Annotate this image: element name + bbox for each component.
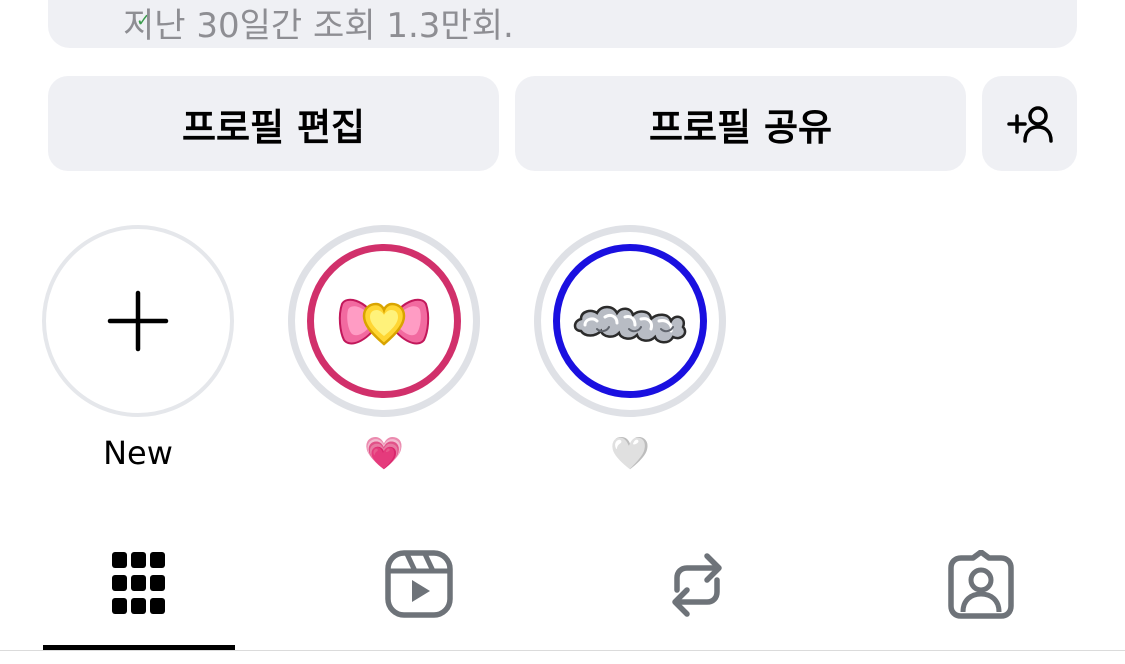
highlight-ring[interactable] bbox=[288, 225, 480, 417]
add-person-icon bbox=[1006, 105, 1053, 143]
tab-reposts[interactable] bbox=[574, 530, 820, 652]
highlight-label: New bbox=[103, 434, 173, 472]
profile-tab-bar bbox=[0, 530, 1125, 664]
tab-posts-grid[interactable] bbox=[16, 530, 262, 652]
tab-tagged[interactable] bbox=[858, 530, 1104, 652]
discover-people-button[interactable] bbox=[982, 76, 1077, 171]
highlight-cover bbox=[307, 244, 461, 398]
tab-divider bbox=[0, 650, 1125, 651]
highlight-label: 💗 bbox=[364, 434, 404, 472]
highlight-ring[interactable] bbox=[534, 225, 726, 417]
clouds-icon bbox=[573, 305, 687, 344]
reposts-icon bbox=[672, 553, 722, 617]
edit-profile-label: 프로필 편집 bbox=[181, 105, 366, 149]
highlight-label: 🤍 bbox=[610, 434, 650, 472]
insights-text: 지난 30일간 조회 1.3만회. bbox=[123, 6, 514, 46]
profile-insights-card[interactable]: ✓ 지난 30일간 조회 1.3만회. bbox=[48, 0, 1077, 48]
share-profile-label: 프로필 공유 bbox=[648, 105, 833, 149]
highlight-new[interactable]: New bbox=[42, 225, 234, 477]
highlight-item[interactable]: 🤍 bbox=[534, 225, 726, 477]
highlight-item[interactable]: 💗 bbox=[288, 225, 480, 477]
edit-profile-button[interactable]: 프로필 편집 bbox=[48, 76, 499, 171]
share-profile-button[interactable]: 프로필 공유 bbox=[515, 76, 966, 171]
reels-icon bbox=[385, 550, 453, 618]
bow-heart-icon bbox=[338, 298, 430, 346]
tab-reels[interactable] bbox=[296, 530, 542, 652]
plus-icon bbox=[107, 290, 169, 352]
grid-icon bbox=[112, 552, 165, 614]
highlight-cover bbox=[553, 244, 707, 398]
tagged-icon bbox=[948, 550, 1014, 619]
new-highlight-ring[interactable] bbox=[42, 225, 234, 417]
